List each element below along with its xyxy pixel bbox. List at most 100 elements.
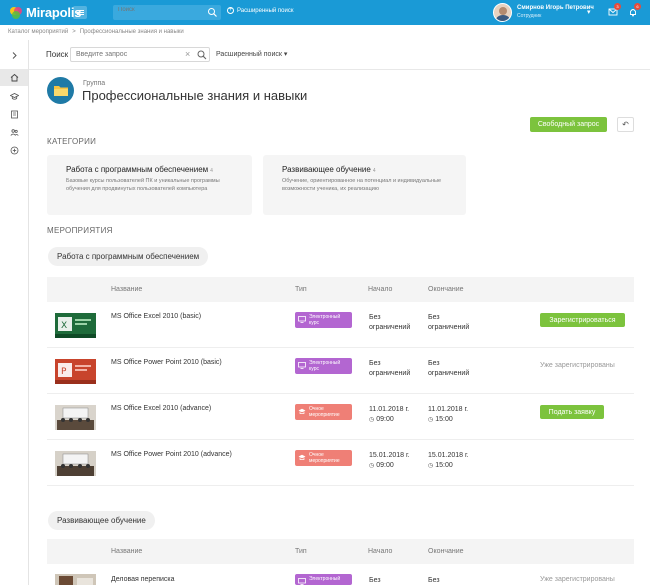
course-thumbnail[interactable] [55, 405, 96, 430]
sidebar-item-home[interactable] [0, 69, 28, 86]
sidebar-expand[interactable] [0, 47, 28, 64]
end-line: Без [428, 360, 440, 367]
end-line: 11.01.2018 г. [428, 406, 469, 413]
table-row: MS Office Power Point 2010 (advance) Очн… [47, 440, 634, 486]
category-description: Обучение, ориентированное на потенциал и… [282, 177, 441, 193]
chevron-down-icon[interactable]: ▾ [587, 8, 591, 16]
top-bar: Mirapolis + Расширенный поиск Смирнов Иг… [0, 0, 650, 25]
type-badge-line: мероприятие [309, 412, 340, 418]
column-name: Название [111, 548, 143, 555]
sidebar-item-education[interactable] [0, 88, 28, 105]
breadcrumb-separator: > [72, 29, 76, 35]
sidebar-item-catalog[interactable] [0, 106, 28, 123]
event-group-label[interactable]: Работа с программным обеспечением [48, 247, 209, 266]
column-end: Окончание [428, 548, 464, 555]
type-badge-line: курс [309, 320, 319, 326]
category-description-line: Обучение, ориентированное на потенциал и… [282, 178, 442, 184]
course-thumbnail[interactable] [55, 574, 96, 585]
start-time-value: 09:00 [376, 416, 394, 423]
start-cell: Без ограничений [369, 313, 410, 333]
monitor-icon [298, 316, 306, 323]
menu-button[interactable] [73, 6, 87, 19]
category-card[interactable]: Развивающее обучение 4 Обучение, ориентир… [263, 155, 466, 215]
advanced-search-dropdown[interactable]: Расширенный поиск ▾ [216, 50, 287, 58]
event-group-label[interactable]: Развивающее обучение [48, 511, 155, 530]
column-type: Тип [295, 548, 307, 555]
classroom-icon [298, 454, 306, 460]
end-time: ◷ 15:00 [428, 461, 469, 471]
search-icon[interactable] [197, 50, 207, 60]
table-row: X MS Office Excel 2010 (basic) Электронн… [47, 302, 634, 348]
breadcrumb-catalog[interactable]: Каталог мероприятий [8, 29, 68, 35]
start-line: Без [369, 360, 381, 367]
free-request-button[interactable]: Свободный запрос [530, 117, 607, 132]
event-name[interactable]: MS Office Excel 2010 (advance) [111, 405, 211, 412]
course-thumbnail[interactable] [55, 451, 96, 476]
end-line: 15.01.2018 г. [428, 452, 469, 459]
submit-application-button[interactable]: Подать заявку [540, 405, 604, 419]
top-search-input[interactable] [118, 7, 206, 13]
folder-icon [53, 86, 68, 96]
sidebar-item-add[interactable] [0, 142, 28, 159]
top-advanced-search-link[interactable]: + Расширенный поиск [227, 7, 294, 14]
group-label: Группа [83, 80, 106, 87]
search-input-box[interactable]: × [70, 47, 210, 62]
search-row: Поиск × Расширенный поиск ▾ [29, 40, 650, 70]
plus-circle-icon: + [227, 7, 234, 14]
clock-icon: ◷ [369, 463, 375, 469]
user-name[interactable]: Смирнов Игорь Петрович [517, 5, 594, 11]
plus-circle-icon [10, 146, 18, 155]
graduation-cap-icon [9, 93, 19, 100]
avatar[interactable] [493, 3, 512, 22]
type-badge: Электронный [295, 574, 352, 585]
table-row: MS Office Excel 2010 (advance) Очное мер… [47, 394, 634, 440]
course-thumbnail[interactable]: P [55, 359, 96, 384]
table-row: Деловая переписка Электронный Без Без Уж… [47, 564, 634, 585]
search-input[interactable] [76, 51, 176, 58]
event-name[interactable]: MS Office Power Point 2010 (advance) [111, 451, 232, 458]
search-icon[interactable] [207, 7, 218, 18]
end-cell: 15.01.2018 г. ◷ 15:00 [428, 451, 469, 471]
page-title: Профессиональные знания и навыки [82, 88, 308, 103]
back-button[interactable]: ↶ [617, 117, 634, 132]
list-box-icon [10, 110, 18, 119]
type-badge-line: Электронный [309, 576, 341, 582]
registered-status: Уже зарегистрированы [540, 362, 615, 369]
category-title[interactable]: Работа с программным обеспечением 4 [66, 165, 213, 174]
start-cell: Без ограничений [369, 359, 410, 379]
svg-text:X: X [61, 321, 67, 331]
column-type: Тип [295, 286, 307, 293]
sidebar-item-users[interactable] [0, 124, 28, 141]
type-badge-line: курс [309, 366, 319, 372]
start-line: ограничений [369, 370, 411, 377]
category-title[interactable]: Развивающее обучение 4 [282, 165, 376, 174]
event-name[interactable]: MS Office Power Point 2010 (basic) [111, 359, 222, 366]
register-button[interactable]: Зарегистрироваться [540, 313, 625, 327]
clock-icon: ◷ [428, 417, 434, 423]
category-description-line: возможности ученика, их реализацию [282, 186, 379, 192]
table-header: Название Тип Начало Окончание [47, 277, 634, 302]
start-line: 15.01.2018 г. [369, 452, 410, 459]
end-line: Без [428, 314, 440, 321]
category-title-text: Развивающее обучение [282, 165, 371, 174]
course-thumbnail[interactable]: X [55, 313, 96, 338]
search-label: Поиск [46, 50, 69, 59]
clock-icon: ◷ [428, 463, 434, 469]
start-time: ◷ 09:00 [369, 461, 410, 471]
top-search-box[interactable] [113, 5, 221, 20]
start-line: Без [369, 314, 381, 321]
category-card[interactable]: Работа с программным обеспечением 4 Базов… [47, 155, 252, 215]
type-badge-line: мероприятие [309, 458, 340, 464]
clear-icon[interactable]: × [185, 49, 190, 59]
category-description-line: обучения для продвинутых пользователей к… [66, 186, 208, 192]
start-cell: 15.01.2018 г. ◷ 09:00 [369, 451, 410, 471]
end-time-value: 15:00 [435, 416, 453, 423]
event-name[interactable]: Деловая переписка [111, 576, 175, 583]
category-count: 4 [372, 168, 376, 174]
end-time: ◷ 15:00 [428, 415, 468, 425]
mirapolis-logo-icon [10, 7, 22, 19]
type-badge: Очное мероприятие [295, 404, 352, 420]
start-line: ограничений [369, 324, 411, 331]
event-name[interactable]: MS Office Excel 2010 (basic) [111, 313, 201, 320]
end-cell: Без ограничений [428, 313, 469, 333]
